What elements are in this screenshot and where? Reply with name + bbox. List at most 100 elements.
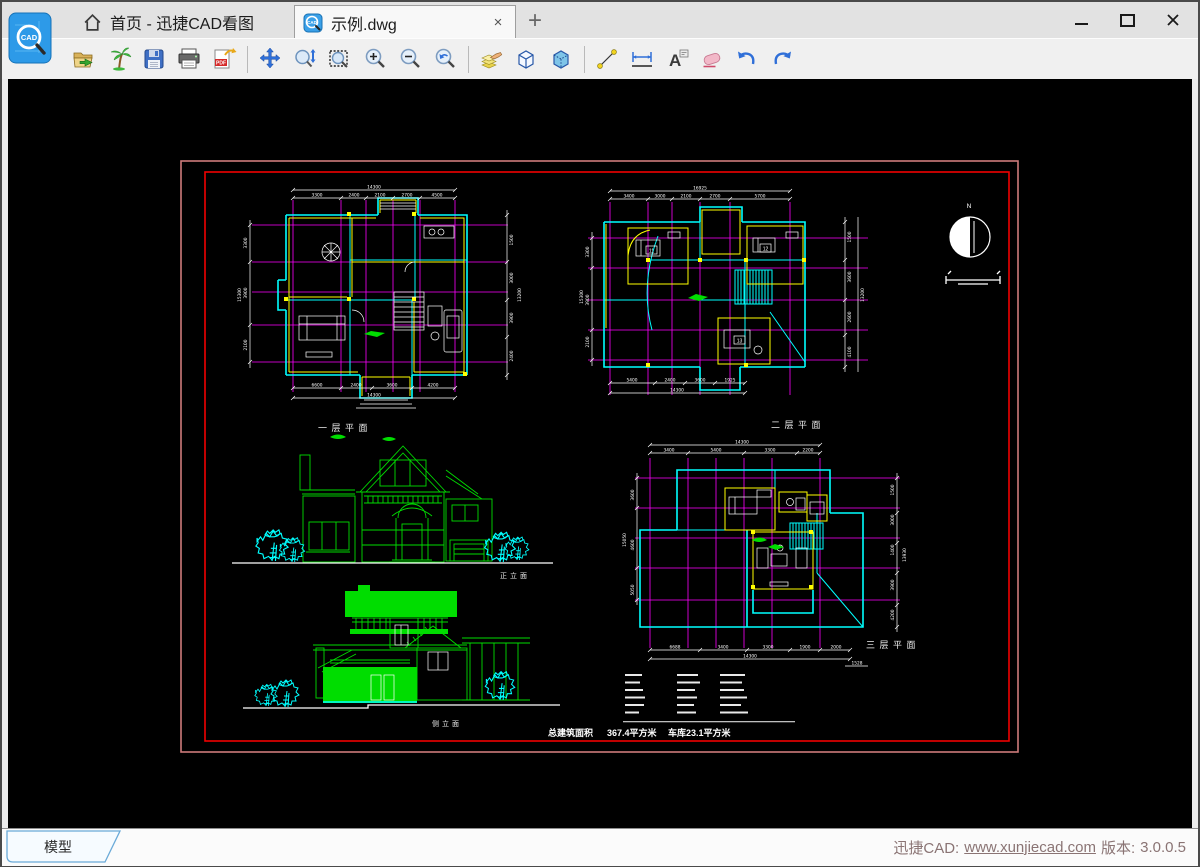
printer-icon — [176, 46, 202, 72]
svg-text:2700: 2700 — [402, 193, 413, 199]
toolbar-separator — [247, 46, 248, 73]
status-bar: 模型 迅捷CAD: www.xunjiecad.com 版本: 3.0.0.5 — [2, 828, 1198, 866]
floor-plan-first: 33002400210027004500 14300 6600240036004… — [237, 185, 523, 442]
tab-document[interactable]: CAD 示例.dwg × — [294, 5, 516, 39]
tab-home[interactable]: 首页 - 迅捷CAD看图 — [72, 6, 264, 38]
pan-icon — [257, 46, 283, 72]
area-table: 总建筑面积 367.4平方米 车库23.1平方米 — [548, 674, 795, 738]
svg-text:4200: 4200 — [890, 609, 896, 620]
close-button[interactable] — [1158, 6, 1188, 34]
svg-text:二层平面: 二层平面 — [771, 420, 825, 430]
website-link[interactable]: www.xunjiecad.com — [964, 839, 1096, 856]
svg-text:3600: 3600 — [695, 378, 706, 384]
svg-text:6688: 6688 — [670, 645, 681, 651]
svg-text:13: 13 — [737, 339, 743, 345]
svg-text:2400: 2400 — [351, 383, 362, 389]
svg-text:3900: 3900 — [890, 579, 896, 590]
svg-text:3600: 3600 — [387, 383, 398, 389]
svg-text:A: A — [669, 51, 681, 70]
floor-plan-second: 11 12 13 34003000210027005700 16925 5400… — [579, 186, 868, 431]
svg-text:2100: 2100 — [375, 193, 386, 199]
svg-text:3000: 3000 — [655, 194, 666, 200]
svg-text:14300: 14300 — [367, 185, 381, 191]
shaded-cube-icon — [548, 46, 574, 72]
svg-text:3000: 3000 — [509, 272, 515, 283]
zoom-dynamic-icon — [292, 46, 318, 72]
new-tab-button[interactable]: + — [522, 8, 548, 34]
svg-text:车库23.1平方米: 车库23.1平方米 — [668, 727, 732, 738]
redo-button[interactable] — [768, 44, 796, 74]
print-button[interactable] — [175, 44, 203, 74]
undo-icon — [734, 46, 760, 72]
floor-plan-third: 3400540033002200 14300 66883400330019002… — [622, 440, 920, 667]
svg-text:1925: 1925 — [725, 378, 736, 384]
maximize-button[interactable] — [1112, 6, 1142, 34]
svg-text:3400: 3400 — [664, 448, 675, 454]
toolbar-separator — [584, 46, 585, 73]
zoom-in-button[interactable] — [361, 44, 389, 74]
zoom-window-button[interactable] — [326, 44, 354, 74]
view-wireframe-button[interactable] — [512, 44, 540, 74]
insert-image-button[interactable] — [105, 44, 133, 74]
eraser-button[interactable] — [698, 44, 726, 74]
svg-text:N: N — [967, 203, 972, 210]
open-folder-icon — [71, 46, 97, 72]
tab-close-button[interactable]: × — [489, 14, 507, 31]
svg-text:367.4平方米: 367.4平方米 — [607, 727, 658, 738]
svg-text:PDF: PDF — [216, 61, 226, 67]
annotate-text-button[interactable]: A — [663, 44, 691, 74]
view-shaded-button[interactable] — [547, 44, 575, 74]
app-window: 首页 - 迅捷CAD看图 CAD 示例.dwg × + — [0, 0, 1200, 867]
window-controls — [1066, 6, 1188, 34]
doc-tab-label: 示例.dwg — [331, 11, 397, 35]
open-file-button[interactable] — [70, 44, 98, 74]
measure-line-button[interactable] — [593, 44, 621, 74]
svg-text:2000: 2000 — [831, 645, 842, 651]
brand-text: 迅捷CAD: — [893, 837, 959, 858]
zoom-in-icon — [362, 46, 388, 72]
cad-file-icon: CAD — [303, 13, 323, 33]
svg-text:3300: 3300 — [585, 246, 591, 257]
toolbar: PDF — [2, 38, 1198, 79]
svg-text:1500: 1500 — [509, 234, 515, 245]
svg-text:3000: 3000 — [890, 514, 896, 525]
minimize-button[interactable] — [1066, 6, 1096, 34]
export-pdf-button[interactable]: PDF — [210, 44, 238, 74]
svg-text:2100: 2100 — [243, 339, 249, 350]
layers-button[interactable] — [477, 44, 505, 74]
svg-text:正立面: 正立面 — [500, 571, 530, 580]
model-tab[interactable]: 模型 — [4, 830, 134, 865]
svg-text:14300: 14300 — [670, 388, 684, 394]
zoom-dynamic-button[interactable] — [291, 44, 319, 74]
pdf-export-icon: PDF — [211, 46, 237, 72]
svg-text:3300: 3300 — [765, 448, 776, 454]
drawing-canvas[interactable]: 33002400210027004500 14300 6600240036004… — [8, 79, 1192, 828]
svg-text:14300: 14300 — [367, 393, 381, 399]
eraser-icon — [699, 46, 725, 72]
sheet-borders — [181, 161, 1018, 752]
svg-text:CAD: CAD — [21, 33, 38, 42]
save-button[interactable] — [140, 44, 168, 74]
svg-text:一层平面: 一层平面 — [318, 423, 372, 433]
pan-button[interactable] — [256, 44, 284, 74]
svg-text:3300: 3300 — [763, 645, 774, 651]
measure-dimension-button[interactable] — [628, 44, 656, 74]
version-label: 版本: — [1101, 837, 1135, 858]
svg-text:6600: 6600 — [312, 383, 323, 389]
svg-text:4100: 4100 — [847, 346, 853, 357]
svg-text:3900: 3900 — [243, 287, 249, 298]
zoom-out-button[interactable] — [396, 44, 424, 74]
maximize-icon — [1120, 14, 1135, 27]
svg-text:3300: 3300 — [312, 193, 323, 199]
zoom-previous-icon — [432, 46, 458, 72]
svg-text:总建筑面积: 总建筑面积 — [548, 727, 593, 738]
undo-button[interactable] — [733, 44, 761, 74]
version-value: 3.0.0.5 — [1140, 839, 1186, 856]
svg-text:15050: 15050 — [622, 533, 628, 547]
svg-text:3900: 3900 — [585, 294, 591, 305]
svg-text:13200: 13200 — [517, 288, 523, 302]
svg-text:CAD: CAD — [307, 20, 317, 25]
svg-text:3400: 3400 — [624, 194, 635, 200]
zoom-previous-button[interactable] — [431, 44, 459, 74]
palm-tree-icon — [106, 46, 132, 72]
